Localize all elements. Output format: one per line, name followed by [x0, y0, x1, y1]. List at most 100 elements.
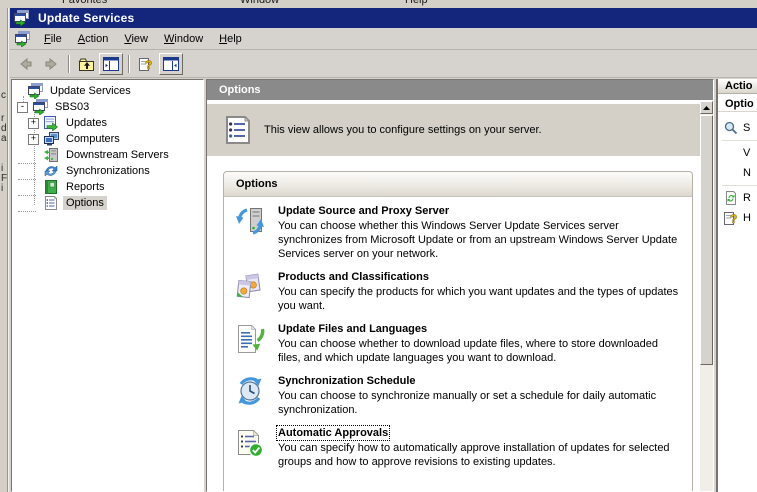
option-description: You can specify how to automatically app…	[278, 441, 682, 469]
option-item-update-files-languages: Update Files and Languages You can choos…	[234, 323, 682, 365]
option-description: You can choose to synchronize manually o…	[278, 389, 682, 417]
option-description: You can choose whether to download updat…	[278, 337, 682, 365]
actions-pane: Actio Optio S V N R	[716, 79, 757, 492]
forward-icon	[43, 56, 59, 72]
option-link-synchronization-schedule[interactable]: Synchronization Schedule	[278, 375, 682, 387]
title-bar[interactable]: Update Services	[10, 8, 757, 28]
action-label: S	[743, 122, 750, 134]
console-icon	[13, 10, 29, 26]
menu-action[interactable]: Action	[70, 30, 117, 48]
up-one-level-icon	[78, 57, 95, 72]
options-icon	[43, 195, 59, 211]
back-icon	[18, 56, 34, 72]
menu-view[interactable]: View	[116, 30, 156, 48]
tree-item-sbs03[interactable]: - SBS03	[12, 99, 203, 115]
tree-item-label: Downstream Servers	[63, 148, 172, 162]
tree-item-label: Updates	[63, 116, 110, 130]
expand-toggle[interactable]: +	[28, 134, 39, 145]
option-item-synchronization-schedule: Synchronization Schedule You can choose …	[234, 375, 682, 417]
results-pane-body: This view allows you to configure settin…	[207, 101, 713, 491]
options-section-title: Options	[224, 172, 692, 197]
show-console-tree-icon	[103, 57, 119, 71]
actions-options-section-header: Optio	[718, 96, 757, 112]
option-link-automatic-approvals[interactable]: Automatic Approvals	[278, 427, 682, 439]
console-tree-pane: Update Services - SBS03 + Updates	[11, 79, 204, 492]
action-help[interactable]: ? H	[718, 208, 757, 228]
bg-text-fragment: a	[1, 133, 7, 144]
bg-text-fragment: c	[1, 90, 6, 101]
back-button[interactable]	[14, 53, 38, 75]
tree-item-label: Synchronizations	[63, 164, 153, 178]
background-window-left-strip: c r d a i F i	[0, 8, 8, 492]
vertical-scrollbar[interactable]	[700, 101, 713, 491]
tree-item-downstream-servers[interactable]: Downstream Servers	[12, 147, 203, 163]
collapse-toggle[interactable]: -	[17, 102, 28, 113]
tree-item-label: Computers	[63, 132, 123, 146]
bg-menu-fragment: Help	[405, 0, 428, 6]
menu-bar: File Action View Window Help	[10, 28, 757, 50]
bg-menu-fragment: Favorites	[62, 0, 107, 6]
option-link-update-files-languages[interactable]: Update Files and Languages	[278, 323, 682, 335]
help-icon: ?	[723, 210, 739, 226]
option-item-update-source: Update Source and Proxy Server You can c…	[234, 205, 682, 261]
action-label: N	[743, 167, 751, 179]
forward-button[interactable]	[39, 53, 63, 75]
banner-text: This view allows you to configure settin…	[264, 124, 542, 136]
action-search[interactable]: S	[718, 118, 757, 138]
option-link-products-classifications[interactable]: Products and Classifications	[278, 271, 682, 283]
menu-window[interactable]: Window	[156, 30, 211, 48]
tree-item-options[interactable]: Options	[12, 195, 203, 211]
scroll-up-arrow-icon	[703, 106, 710, 110]
svg-text:?: ?	[730, 212, 737, 226]
results-pane-header: Options	[207, 80, 713, 101]
options-section: Options	[223, 171, 693, 491]
tree-item-updates[interactable]: + Updates	[12, 115, 203, 131]
action-label: H	[743, 212, 751, 224]
action-view[interactable]: V	[718, 143, 757, 163]
refresh-icon	[723, 190, 739, 206]
tree-item-reports[interactable]: Reports	[12, 179, 203, 195]
bg-menu-fragment: Window	[240, 0, 279, 6]
screen: Favorites Window Help c r d a i F i Upda…	[0, 0, 757, 492]
toolbar: ?	[10, 51, 757, 78]
show-action-pane-button[interactable]	[159, 53, 183, 75]
show-console-tree-button[interactable]	[99, 53, 123, 75]
expand-toggle[interactable]: +	[28, 118, 39, 129]
view-list-icon	[222, 114, 254, 146]
computers-icon	[43, 131, 59, 147]
option-description: You can specify the products for which y…	[278, 285, 682, 313]
bg-text-fragment: i	[1, 183, 3, 194]
results-pane: Options This view allows you to configur…	[206, 79, 714, 492]
server-sync-icon	[234, 205, 266, 261]
action-refresh[interactable]: R	[718, 188, 757, 208]
tree-item-update-services[interactable]: Update Services	[12, 83, 203, 99]
option-description: You can choose whether this Windows Serv…	[278, 219, 682, 261]
info-banner: This view allows you to configure settin…	[207, 104, 700, 156]
toolbar-separator	[68, 55, 70, 73]
action-label: R	[743, 192, 751, 204]
sync-schedule-icon	[234, 375, 266, 417]
background-window-top-strip: Favorites Window Help	[0, 0, 757, 8]
action-new-window[interactable]: N	[718, 163, 757, 183]
window-title: Update Services	[38, 11, 134, 25]
show-action-pane-icon	[163, 57, 179, 71]
option-item-products-classifications: Products and Classifications You can spe…	[234, 271, 682, 313]
scrollbar-thumb[interactable]	[700, 115, 713, 365]
scroll-up-button[interactable]	[700, 101, 713, 114]
console-icon	[32, 99, 48, 115]
tree-item-label: Update Services	[47, 84, 134, 98]
help-button[interactable]: ?	[134, 53, 158, 75]
tree-item-synchronizations[interactable]: Synchronizations	[12, 163, 203, 179]
option-link-update-source[interactable]: Update Source and Proxy Server	[278, 205, 682, 217]
menu-help[interactable]: Help	[211, 30, 250, 48]
actions-separator	[722, 185, 757, 186]
svg-text:?: ?	[145, 58, 152, 72]
synchronizations-icon	[43, 163, 59, 179]
tree-item-label: Reports	[63, 180, 108, 194]
up-one-level-button[interactable]	[74, 53, 98, 75]
menu-file[interactable]: File	[36, 30, 70, 48]
tree-item-computers[interactable]: + Computers	[12, 131, 203, 147]
downstream-servers-icon	[43, 147, 59, 163]
action-label: V	[743, 147, 750, 159]
updates-icon	[43, 115, 59, 131]
